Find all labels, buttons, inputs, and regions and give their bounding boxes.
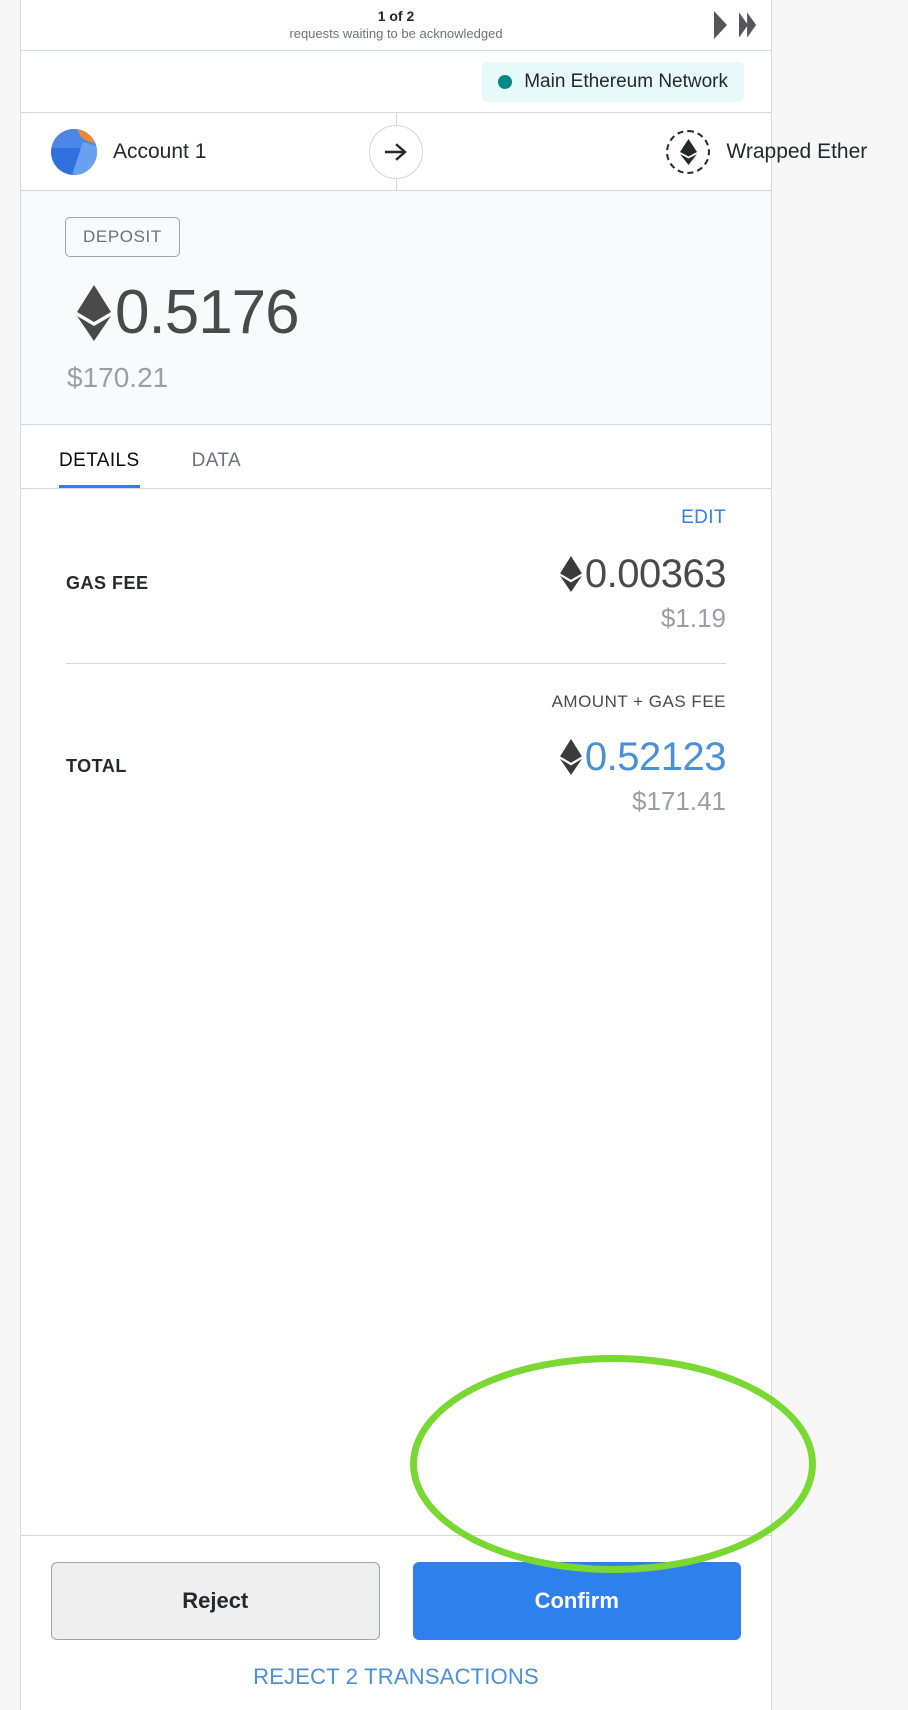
sender-recipient-row: Account 1 Wrapped Ether xyxy=(21,113,867,191)
transaction-footer: Reject Confirm REJECT 2 TRANSACTIONS xyxy=(21,1535,771,1710)
transaction-details-panel: EDIT GAS FEE 0.00363 $1.19 AMOUNT + GAS … xyxy=(21,489,771,1535)
amount-primary-row: 0.5176 xyxy=(77,278,771,348)
edit-gas-button[interactable]: EDIT xyxy=(66,507,726,529)
transaction-action-badge: DEPOSIT xyxy=(65,217,180,257)
transaction-amount-block: DEPOSIT 0.5176 $170.21 xyxy=(21,191,771,425)
amount-plus-gas-label: AMOUNT + GAS FEE xyxy=(551,692,726,711)
network-row: Main Ethereum Network xyxy=(21,51,771,113)
sender-account-name: Account 1 xyxy=(113,139,207,163)
gas-fee-row: GAS FEE 0.00363 $1.19 xyxy=(66,551,727,633)
arrow-right-icon xyxy=(369,124,423,179)
pending-count-label: 1 of 2 xyxy=(377,8,415,24)
footer-buttons: Reject Confirm xyxy=(51,1562,741,1640)
total-values: 0.52123 $171.41 xyxy=(559,734,727,816)
pending-subtitle: requests waiting to be acknowledged xyxy=(289,26,503,41)
ethereum-diamond-icon xyxy=(559,556,582,592)
reject-all-transactions-link[interactable]: REJECT 2 TRANSACTIONS xyxy=(51,1664,741,1690)
total-fiat: $171.41 xyxy=(632,786,726,816)
amount-fiat-value: $170.21 xyxy=(67,362,169,393)
ethereum-diamond-icon xyxy=(559,739,582,775)
account-identicon-icon xyxy=(51,128,97,175)
gas-fee-label: GAS FEE xyxy=(66,573,149,593)
details-divider xyxy=(66,663,726,664)
amount-value: 0.5176 xyxy=(115,278,300,347)
caret-right-icon[interactable] xyxy=(711,10,729,40)
tab-data[interactable]: DATA xyxy=(192,450,241,488)
pending-requests-banner: 1 of 2 requests waiting to be acknowledg… xyxy=(21,0,771,51)
double-caret-right-icon[interactable] xyxy=(739,10,757,40)
ethereum-diamond-icon xyxy=(77,285,111,341)
transaction-tabs: DETAILS DATA xyxy=(21,425,771,489)
network-status-dot-icon xyxy=(498,74,513,89)
total-value: 0.52123 xyxy=(584,735,727,779)
gas-fee-fiat: $1.19 xyxy=(660,603,726,633)
gas-fee-block: EDIT GAS FEE 0.00363 $1.19 xyxy=(66,489,727,633)
metamask-confirm-transaction-window: 1 of 2 requests waiting to be acknowledg… xyxy=(20,0,867,1710)
tab-details[interactable]: DETAILS xyxy=(59,450,140,488)
recipient-token[interactable]: Wrapped Ether xyxy=(666,129,868,174)
network-display-pill[interactable]: Main Ethereum Network xyxy=(482,61,744,102)
confirm-button[interactable]: Confirm xyxy=(412,1562,741,1640)
total-primary: 0.52123 xyxy=(559,734,727,780)
gas-fee-values: 0.00363 $1.19 xyxy=(559,551,727,633)
sender-account[interactable]: Account 1 xyxy=(51,128,207,175)
gas-fee-value: 0.00363 xyxy=(584,552,727,596)
network-name-label: Main Ethereum Network xyxy=(524,70,728,92)
gas-fee-primary: 0.00363 xyxy=(559,551,727,597)
total-label: TOTAL xyxy=(66,756,127,776)
total-block: AMOUNT + GAS FEE TOTAL 0.52123 $171.41 xyxy=(66,692,727,816)
total-row: TOTAL 0.52123 $171.41 xyxy=(66,734,727,816)
ethereum-diamond-icon xyxy=(666,129,711,174)
pending-nav-arrows xyxy=(711,10,757,40)
recipient-token-name: Wrapped Ether xyxy=(726,139,868,163)
reject-button[interactable]: Reject xyxy=(51,1562,380,1640)
